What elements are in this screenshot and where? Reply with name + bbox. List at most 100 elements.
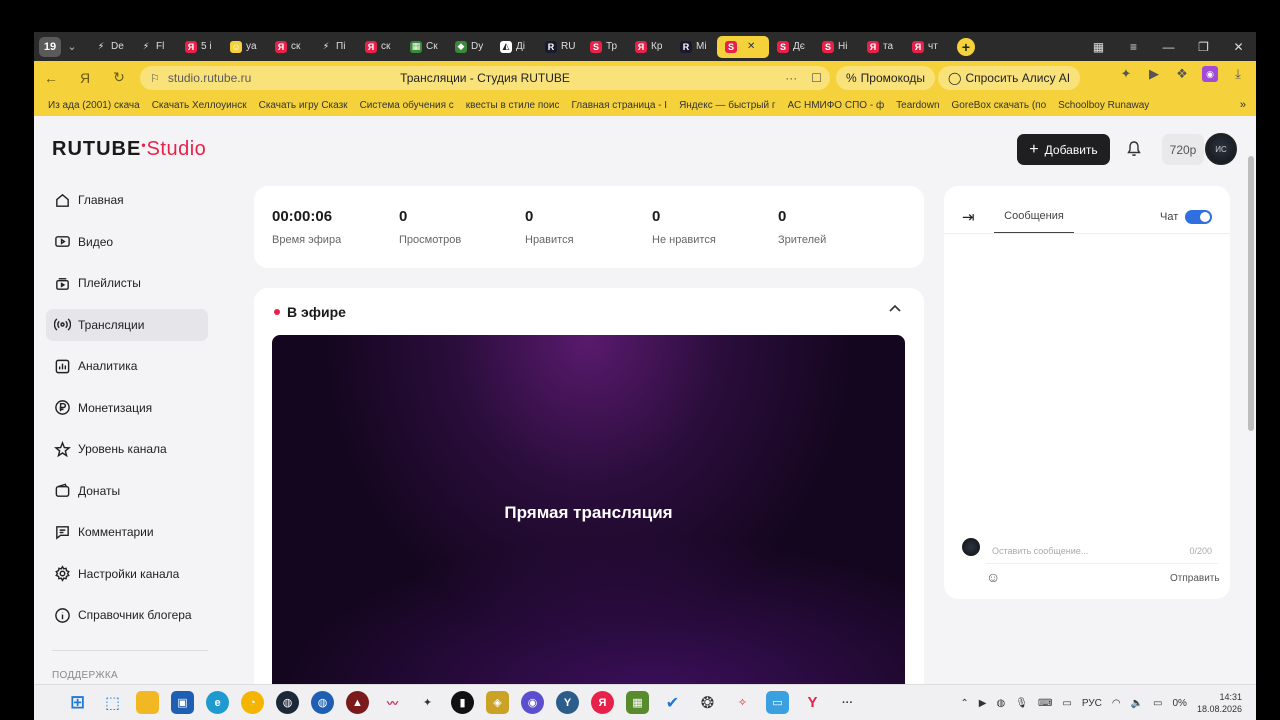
- yandex-icon[interactable]: Я: [68, 70, 102, 86]
- download-icon[interactable]: ⤓: [1230, 66, 1246, 82]
- menu-icon[interactable]: ≡: [1116, 40, 1151, 54]
- send-button[interactable]: Отправить: [1170, 573, 1220, 584]
- sidebar-item[interactable]: Справочник блогера: [46, 599, 208, 631]
- browser-tab[interactable]: Ята: [859, 36, 904, 58]
- chevron-down-icon[interactable]: ⌄: [63, 40, 81, 53]
- game-icon[interactable]: ▲: [346, 691, 369, 714]
- tray-app-icon[interactable]: ▶: [979, 698, 987, 709]
- gamepad-icon[interactable]: ◉: [521, 691, 544, 714]
- display-icon[interactable]: ▭: [1062, 698, 1071, 709]
- media-icon[interactable]: ▶: [1146, 66, 1162, 82]
- browser-tab[interactable]: ⚡ De: [87, 36, 132, 58]
- tab-close-icon[interactable]: ✕: [747, 41, 755, 52]
- bookmark-item[interactable]: Schoolboy Runaway: [1058, 100, 1149, 111]
- sidebar-item[interactable]: Монетизация: [46, 392, 208, 424]
- sidebar-item[interactable]: Комментарии: [46, 516, 208, 548]
- site-info-icon[interactable]: ⚐: [150, 72, 160, 85]
- browser-tab[interactable]: ☺ ya: [222, 36, 267, 58]
- sidebar-item[interactable]: Донаты: [46, 475, 208, 507]
- collections-icon[interactable]: ❖: [1174, 66, 1190, 82]
- bookmark-item[interactable]: GoreBox скачать (по: [952, 100, 1047, 111]
- mic-icon[interactable]: 🎙: [1015, 698, 1028, 709]
- bookmark-item[interactable]: Главная страница - I: [571, 100, 667, 111]
- sidebar-item[interactable]: Плейлисты: [46, 267, 208, 299]
- chat-toggle[interactable]: [1185, 210, 1212, 224]
- sidebar-item[interactable]: Аналитика: [46, 350, 208, 382]
- activity-icon[interactable]: 〰: [381, 691, 404, 714]
- avatar[interactable]: ИС: [1205, 133, 1237, 165]
- language-indicator[interactable]: РУС: [1082, 698, 1102, 709]
- minimize-icon[interactable]: —: [1151, 40, 1186, 54]
- browser-tab[interactable]: S Тр: [582, 36, 627, 58]
- bell-icon[interactable]: [1126, 140, 1142, 161]
- browser-tab[interactable]: S Ні: [814, 36, 859, 58]
- sidebar-item[interactable]: Уровень канала: [46, 433, 208, 465]
- cheat-icon[interactable]: ◈: [486, 691, 509, 714]
- keyboard-icon[interactable]: ⌨: [1038, 698, 1052, 709]
- browser-tab[interactable]: Я Кр: [627, 36, 672, 58]
- bookmark-item[interactable]: квесты в стиле поис: [466, 100, 560, 111]
- browser-tab[interactable]: R Мі: [672, 36, 717, 58]
- volume-icon[interactable]: 🔈: [1131, 698, 1143, 709]
- folder-icon[interactable]: [136, 691, 159, 714]
- yandex-app-icon[interactable]: Y: [556, 691, 579, 714]
- more-icon[interactable]: ···: [785, 71, 797, 85]
- tab-counter[interactable]: 19: [39, 36, 61, 57]
- sidebar-item[interactable]: Главная: [46, 184, 208, 216]
- tray-chevron-icon[interactable]: ⌃: [960, 698, 968, 709]
- browser-tab[interactable]: ⚡ Пі: [312, 36, 357, 58]
- scrollbar[interactable]: [1246, 116, 1256, 684]
- chevron-up-icon[interactable]: [888, 300, 902, 316]
- steam-icon[interactable]: ◍: [276, 691, 299, 714]
- quality-badge[interactable]: 720p: [1162, 134, 1204, 165]
- tab-messages[interactable]: Сообщения: [994, 200, 1074, 234]
- minecraft-icon[interactable]: ▦: [626, 691, 649, 714]
- windows-start-icon[interactable]: ⊞: [66, 691, 89, 714]
- reload-icon[interactable]: ↻: [102, 69, 136, 86]
- back-icon[interactable]: ←: [34, 70, 68, 86]
- browser-tab[interactable]: ▦ Ск: [402, 36, 447, 58]
- browser-tab[interactable]: Я 5 i: [177, 36, 222, 58]
- openai-icon[interactable]: ❂: [696, 691, 719, 714]
- browser-tab[interactable]: Ячт: [904, 36, 949, 58]
- close-icon[interactable]: ✕: [1221, 40, 1256, 54]
- browser-tab[interactable]: ◭ Ді: [492, 36, 537, 58]
- browser-tab[interactable]: R RU: [537, 36, 582, 58]
- snip-icon[interactable]: ⬚: [101, 691, 124, 714]
- browser-tab[interactable]: Яск: [357, 36, 402, 58]
- browser-tab[interactable]: S ✕: [717, 35, 769, 58]
- new-tab-button[interactable]: +: [957, 37, 975, 56]
- emoji-icon[interactable]: ☺: [986, 569, 1000, 585]
- rutube-studio-logo[interactable]: RUTUBE•Studio: [52, 138, 206, 161]
- media-app-icon[interactable]: ▮: [451, 691, 474, 714]
- profile-ext-icon[interactable]: ◉: [1202, 66, 1218, 82]
- clock[interactable]: 14:31 18.08.2026: [1197, 691, 1242, 715]
- yandex-pinned-icon[interactable]: Y: [801, 691, 824, 714]
- todo-icon[interactable]: ✔: [661, 691, 684, 714]
- restore-icon[interactable]: ❐: [1186, 40, 1221, 54]
- extension-icon[interactable]: ✦: [1118, 66, 1134, 82]
- browser-tab[interactable]: S Дє: [769, 36, 814, 58]
- wifi-icon[interactable]: ◠: [1112, 698, 1121, 709]
- browser-tab[interactable]: Яск: [267, 36, 312, 58]
- bookmark-item[interactable]: Скачать игру Сказк: [259, 100, 348, 111]
- star-app-icon[interactable]: ✦: [416, 691, 439, 714]
- vpn-icon[interactable]: ▭: [766, 691, 789, 714]
- message-input[interactable]: Оставить сообщение... 0/200: [986, 538, 1218, 564]
- scrollbar-thumb[interactable]: [1248, 156, 1254, 431]
- video-player[interactable]: Прямая трансляция: [272, 335, 905, 684]
- edge-icon[interactable]: e: [206, 691, 229, 714]
- more-apps-icon[interactable]: ···: [836, 691, 859, 714]
- browser-tab[interactable]: ⚡ Fl: [132, 36, 177, 58]
- sidebar-item[interactable]: Настройки канала: [46, 558, 208, 590]
- bookmark-item[interactable]: Из ада (2001) скача: [48, 100, 140, 111]
- battery-icon[interactable]: ▭: [1153, 698, 1162, 709]
- collapse-panel-icon[interactable]: ⇥: [962, 208, 975, 226]
- bookmark-item[interactable]: Система обучения с: [360, 100, 454, 111]
- tray-steam-icon[interactable]: ◍: [997, 698, 1006, 709]
- add-button[interactable]: + Добавить: [1017, 134, 1110, 165]
- bookmark-item[interactable]: Teardown: [896, 100, 939, 111]
- url-field[interactable]: ⚐ studio.rutube.ru Трансляции - Студия R…: [140, 66, 830, 90]
- promo-button[interactable]: % Промокоды: [836, 66, 935, 90]
- bookmark-item[interactable]: Яндекс — быстрый г: [679, 100, 775, 111]
